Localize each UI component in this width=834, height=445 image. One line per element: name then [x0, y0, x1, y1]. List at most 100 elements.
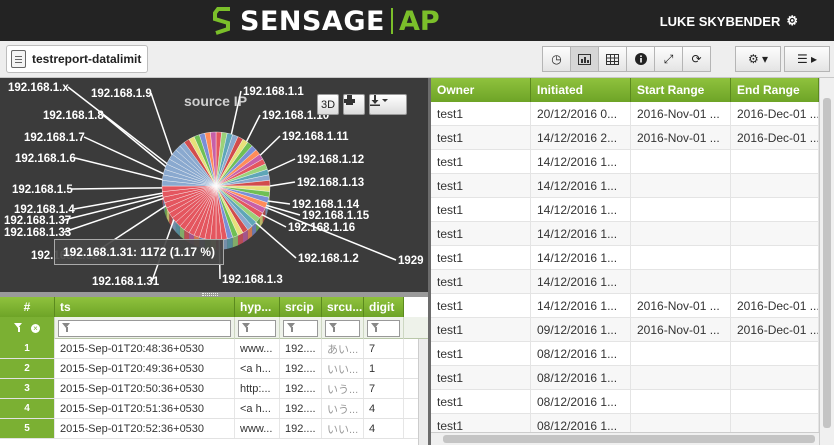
- table-row[interactable]: test1 14/12/2016 1...: [431, 270, 819, 294]
- grid-column-header[interactable]: hyp...: [235, 297, 280, 317]
- print-icon[interactable]: [343, 94, 365, 115]
- table-cell: test1: [431, 126, 531, 149]
- grid-column-header[interactable]: digit: [364, 297, 404, 317]
- runs-column-header[interactable]: Owner: [431, 78, 531, 102]
- menu-button-group: ☰ ▸: [784, 46, 830, 72]
- column-filter: [322, 317, 364, 339]
- table-cell: 192....: [280, 419, 322, 438]
- settings-button-group: ⚙ ▾: [735, 46, 781, 72]
- download-icon[interactable]: [369, 94, 407, 115]
- table-cell: test1: [431, 366, 531, 389]
- table-cell: 08/12/2016 1...: [531, 366, 631, 389]
- table-cell: <a h...: [235, 399, 280, 418]
- table-row[interactable]: test1 14/12/2016 1...: [431, 174, 819, 198]
- pie-leader-line: [63, 197, 164, 233]
- grid-column-header[interactable]: srcu...: [322, 297, 364, 317]
- column-filter-input[interactable]: [367, 319, 400, 337]
- table-cell: 14/12/2016 1...: [531, 246, 631, 269]
- column-filter-input[interactable]: [283, 319, 318, 337]
- table-cell: 4: [364, 399, 404, 418]
- table-cell: 3: [0, 379, 55, 398]
- table-row[interactable]: test1 08/12/2016 1...: [431, 366, 819, 390]
- table-cell: [731, 198, 819, 221]
- table-cell: [731, 366, 819, 389]
- pie-label: 192.168.1.11: [282, 131, 349, 143]
- column-filter: [235, 317, 280, 339]
- table-row[interactable]: test1 08/12/2016 1...: [431, 342, 819, 366]
- grid-column-header[interactable]: #: [0, 297, 55, 317]
- table-row[interactable]: test1 14/12/2016 1...: [431, 222, 819, 246]
- table-cell: 09/12/2016 1...: [531, 318, 631, 341]
- table-cell: [731, 342, 819, 365]
- runs-horizontal-scrollbar[interactable]: [431, 432, 819, 445]
- pie-label: 192.168.1.12: [297, 154, 364, 166]
- table-cell: 2015-Sep-01T20:48:36+0530: [55, 339, 235, 358]
- pie-slice-side: [227, 237, 233, 249]
- table-row[interactable]: 2 2015-Sep-01T20:49:36+0530 <a h... 192....…: [0, 359, 428, 379]
- runs-column-header[interactable]: Start Range: [631, 78, 731, 102]
- table-cell: 2016-Nov-01 ...: [631, 102, 731, 125]
- table-row[interactable]: 3 2015-Sep-01T20:50:36+0530 http:... 192...…: [0, 379, 428, 399]
- runs-vertical-scrollbar[interactable]: [819, 78, 834, 445]
- user-name: LUKE SKYBENDER: [659, 13, 781, 29]
- table-cell: いう...: [322, 399, 364, 418]
- table-row[interactable]: test1 09/12/2016 1... 2016-Nov-01 ... 2016-…: [431, 318, 819, 342]
- table-row[interactable]: 4 2015-Sep-01T20:51:36+0530 <a h... 192....…: [0, 399, 428, 419]
- table-cell: 2016-Nov-01 ...: [631, 294, 731, 317]
- runs-column-header[interactable]: End Range: [731, 78, 819, 102]
- clock-icon[interactable]: ◷: [542, 46, 571, 72]
- menu-dropdown-icon[interactable]: ☰ ▸: [784, 46, 830, 72]
- user-menu[interactable]: LUKE SKYBENDER ⚙: [660, 13, 798, 29]
- table-icon[interactable]: [598, 46, 627, 72]
- clear-filter-icon[interactable]: ×: [31, 323, 40, 333]
- table-row[interactable]: test1 08/12/2016 1...: [431, 390, 819, 414]
- table-row[interactable]: 5 2015-Sep-01T20:52:36+0530 www... 192.... い…: [0, 419, 428, 439]
- table-row[interactable]: test1 14/12/2016 1...: [431, 198, 819, 222]
- table-row[interactable]: test1 14/12/2016 2... 2016-Nov-01 ... 2016-…: [431, 126, 819, 150]
- pie-label: 192.168.1.13: [297, 177, 364, 189]
- runs-header-row: Owner Initiated Start Range End Range: [431, 78, 819, 102]
- grid-column-header[interactable]: ts: [55, 297, 235, 317]
- pie-label: 192.168.1.31: [92, 276, 160, 288]
- table-cell: www...: [235, 419, 280, 438]
- pie-chart-panel: source IP 192.168.1.1 192.168.1.10 192.168.…: [0, 78, 428, 292]
- report-tab[interactable]: testreport-datalimit: [6, 45, 149, 73]
- table-cell: 1: [364, 359, 404, 378]
- table-cell: www...: [235, 339, 280, 358]
- table-row[interactable]: test1 14/12/2016 1...: [431, 150, 819, 174]
- table-cell: [631, 342, 731, 365]
- chart-icon[interactable]: [570, 46, 599, 72]
- toggle-3d-button[interactable]: 3D: [317, 94, 339, 115]
- funnel-icon: [62, 323, 71, 333]
- expand-icon[interactable]: ⤢: [654, 46, 683, 72]
- settings-dropdown-icon[interactable]: ⚙ ▾: [735, 46, 781, 72]
- column-filter-input[interactable]: [238, 319, 276, 337]
- pie-leader-line: [259, 135, 281, 156]
- grid-vertical-scrollbar[interactable]: [418, 339, 428, 445]
- pie-label: 192.168.1.6: [15, 153, 76, 165]
- table-row[interactable]: test1 14/12/2016 1...: [431, 246, 819, 270]
- table-row[interactable]: test1 20/12/2016 0... 2016-Nov-01 ... 2016-…: [431, 102, 819, 126]
- table-cell: test1: [431, 246, 531, 269]
- table-cell: 14/12/2016 1...: [531, 198, 631, 221]
- table-cell: test1: [431, 270, 531, 293]
- column-filter-input[interactable]: [58, 319, 231, 337]
- logo-text: SENSAGE: [240, 5, 385, 37]
- grid-column-header[interactable]: srcip: [280, 297, 322, 317]
- runs-body: test1 20/12/2016 0... 2016-Nov-01 ... 2016-…: [431, 102, 819, 438]
- runs-column-header[interactable]: Initiated: [531, 78, 631, 102]
- table-cell: test1: [431, 318, 531, 341]
- pie-label: 192.168.1.33: [4, 227, 71, 239]
- pie-label: 192.168.1.1: [243, 86, 304, 98]
- table-row[interactable]: test1 14/12/2016 1... 2016-Nov-01 ... 2016-…: [431, 294, 819, 318]
- filter-toggle-icon[interactable]: ×: [0, 317, 55, 339]
- gear-icon[interactable]: ⚙: [786, 13, 798, 29]
- refresh-icon[interactable]: ⟳: [682, 46, 711, 72]
- table-cell: 2016-Nov-01 ...: [631, 318, 731, 341]
- table-cell: test1: [431, 222, 531, 245]
- table-row[interactable]: 1 2015-Sep-01T20:48:36+0530 www... 192.... あ…: [0, 339, 428, 359]
- info-icon[interactable]: [626, 46, 655, 72]
- pie-label: 192.168.1.5: [12, 184, 73, 196]
- table-cell: 2016-Dec-01 ...: [731, 102, 819, 125]
- column-filter-input[interactable]: [325, 319, 360, 337]
